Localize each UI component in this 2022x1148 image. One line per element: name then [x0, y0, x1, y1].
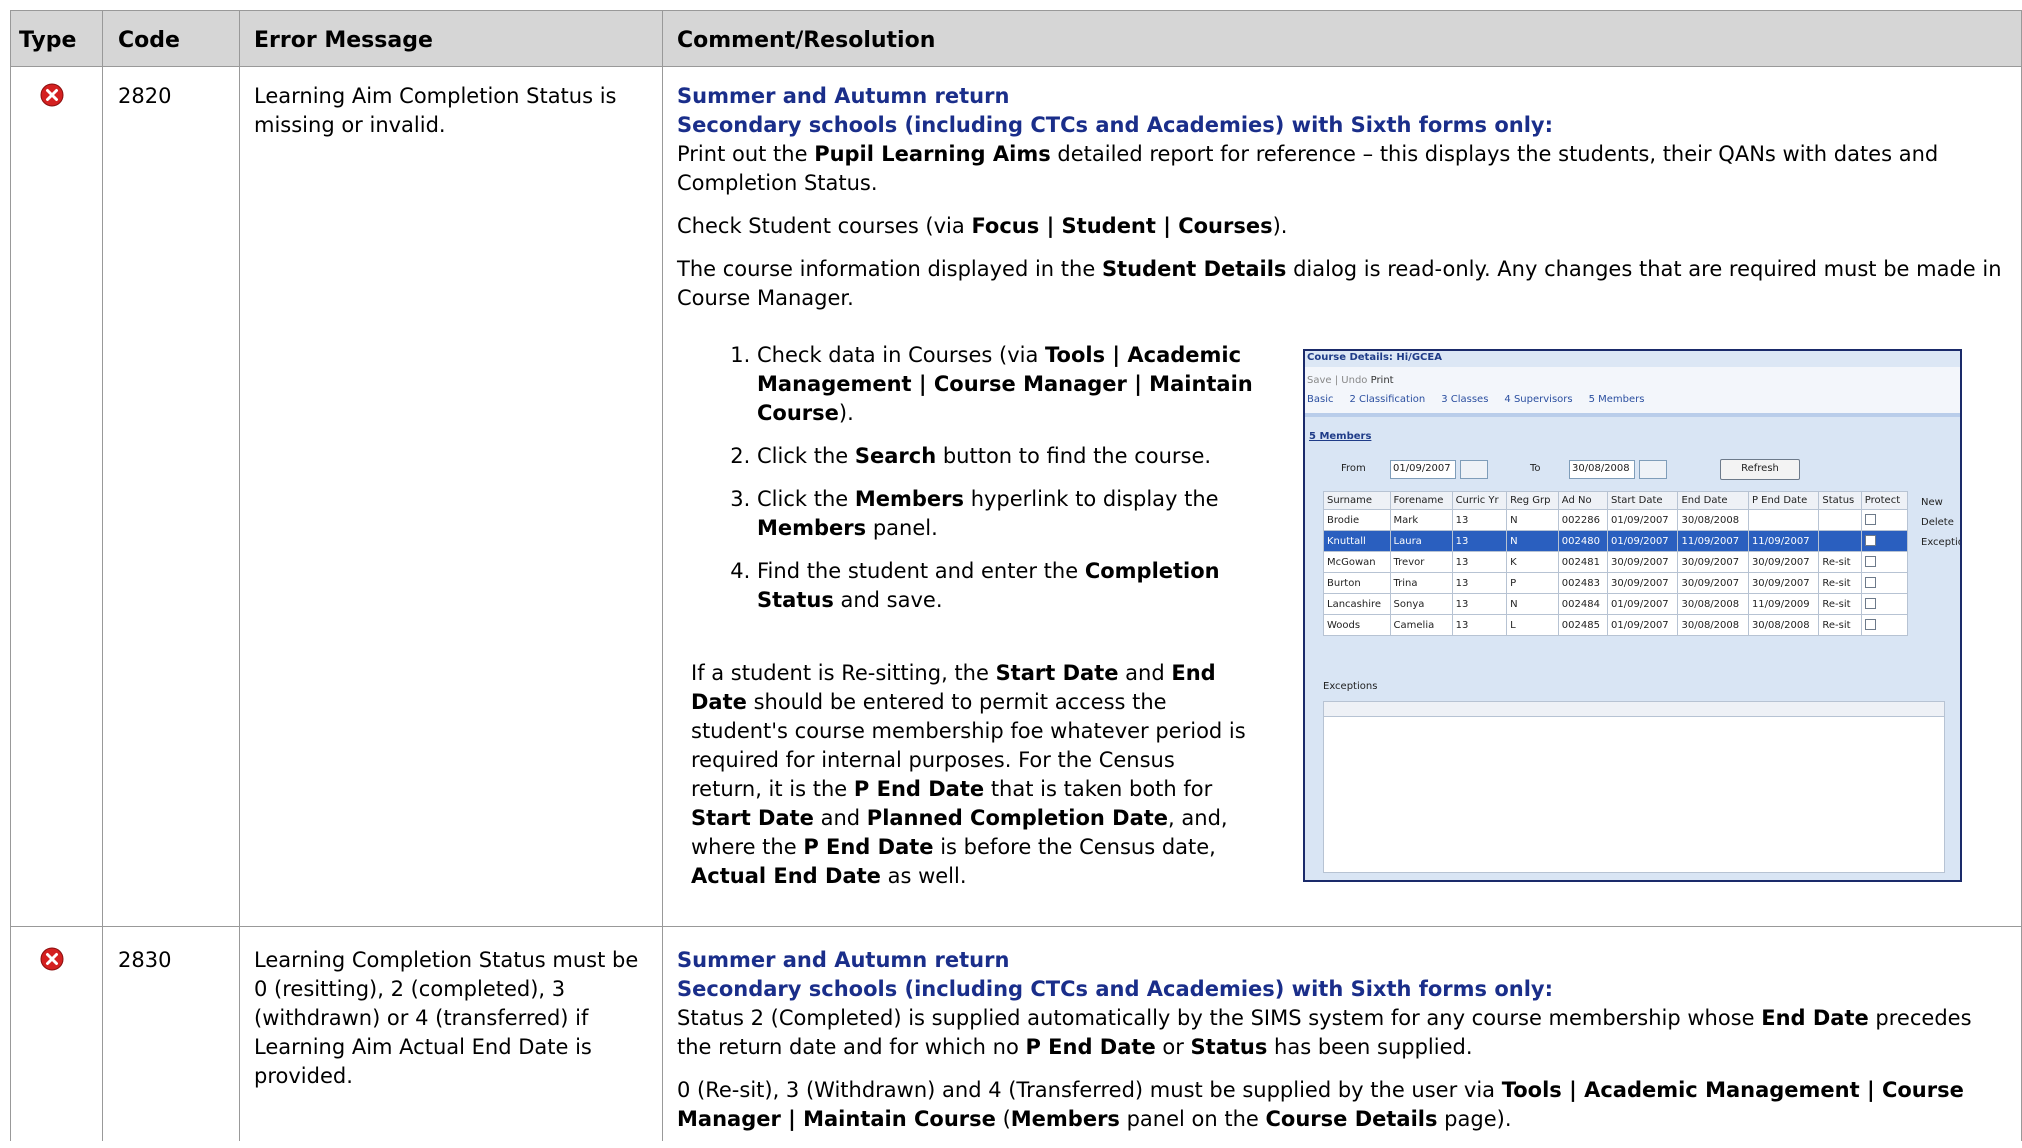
- error-message: Learning Completion Status must be 0 (re…: [254, 948, 639, 1088]
- resit-note: If a student is Re-sitting, the Start Da…: [691, 661, 1246, 888]
- member-row: Knuttall Laura 13 N 002480 01/09/2007 11/09/20…: [1323, 530, 1909, 552]
- step-item: Click the Members hyperlink to display t…: [757, 485, 1257, 543]
- steps-list: Check data in Courses (via Tools | Acade…: [677, 341, 1257, 629]
- error-code: 2820: [118, 84, 172, 108]
- school-heading: Secondary schools (including CTCs and Ac…: [677, 113, 1554, 137]
- member-row: Woods Camelia 13 L 002485 01/09/2007 30/08/200…: [1323, 614, 1909, 636]
- screenshot-tabs: Basic 2 Classification 3 Classes 4 Supervis…: [1307, 394, 1645, 405]
- from-date-field: 01/09/2007: [1390, 460, 1456, 479]
- error-table: Type Code Error Message Comment/Resoluti…: [10, 10, 2022, 1141]
- paragraph: Print out the Pupil Learning Aims detail…: [677, 142, 1939, 195]
- header-error-message: Error Message: [254, 28, 433, 53]
- member-row: Brodie Mark 13 N 002286 01/09/2007 30/08/2008: [1323, 509, 1909, 531]
- return-heading: Summer and Autumn return: [677, 948, 1010, 972]
- step-item: Click the Search button to find the cour…: [757, 442, 1257, 471]
- error-icon: [40, 947, 64, 971]
- comment-resolution: Summer and Autumn return Secondary schoo…: [677, 946, 2012, 1148]
- table-header: Type Code Error Message Comment/Resoluti…: [10, 10, 2022, 66]
- to-date-field: 30/08/2008: [1569, 460, 1635, 479]
- member-row: Burton Trina 13 P 002483 30/09/2007 30/09/2007…: [1323, 572, 1909, 594]
- delete-action: Delete: [1921, 517, 1954, 528]
- header-code: Code: [118, 28, 180, 53]
- members-grid: Surname Forename Curric Yr Reg Grp Ad No Star…: [1323, 491, 1909, 636]
- school-heading: Secondary schools (including CTCs and Ac…: [677, 977, 1554, 1001]
- header-comment: Comment/Resolution: [677, 28, 936, 53]
- exceptions-grid: [1323, 701, 1945, 873]
- error-code: 2830: [118, 948, 172, 972]
- calendar-icon: [1639, 460, 1667, 479]
- paragraph: 0 (Re-sit), 3 (Withdrawn) and 4 (Transfe…: [677, 1078, 1964, 1131]
- return-heading: Summer and Autumn return: [677, 84, 1010, 108]
- screenshot-title: Course Details: Hi/GCEA: [1305, 351, 1960, 367]
- member-row: McGowan Trevor 13 K 002481 30/09/2007 30/09/20…: [1323, 551, 1909, 573]
- paragraph: Check Student courses (via Focus | Stude…: [677, 214, 1288, 238]
- exceptions-label: Exceptions: [1323, 681, 1378, 692]
- header-type: Type: [19, 28, 77, 53]
- screenshot-toolbar: Save | Undo Print: [1307, 375, 1394, 386]
- course-details-screenshot: Course Details: Hi/GCEA Save | Undo Prin…: [1303, 349, 1962, 882]
- error-message: Learning Aim Completion Status is missin…: [254, 84, 617, 137]
- paragraph: The course information displayed in the …: [677, 257, 2002, 310]
- to-label: To: [1530, 463, 1541, 474]
- comment-resolution: Summer and Autumn return Secondary schoo…: [677, 82, 2012, 327]
- error-icon: [40, 83, 64, 107]
- step-item: Find the student and enter the Completio…: [757, 557, 1257, 615]
- calendar-icon: [1460, 460, 1488, 479]
- step-item: Check data in Courses (via Tools | Acade…: [757, 341, 1257, 428]
- member-row: Lancashire Sonya 13 N 002484 01/09/2007 30/08/…: [1323, 593, 1909, 615]
- new-action: New: [1921, 497, 1943, 508]
- paragraph: Status 2 (Completed) is supplied automat…: [677, 1006, 1972, 1059]
- exception-action: Exception: [1921, 537, 1960, 548]
- from-label: From: [1341, 463, 1366, 474]
- members-section-title: 5 Members: [1309, 431, 1372, 442]
- refresh-button: Refresh: [1720, 459, 1800, 480]
